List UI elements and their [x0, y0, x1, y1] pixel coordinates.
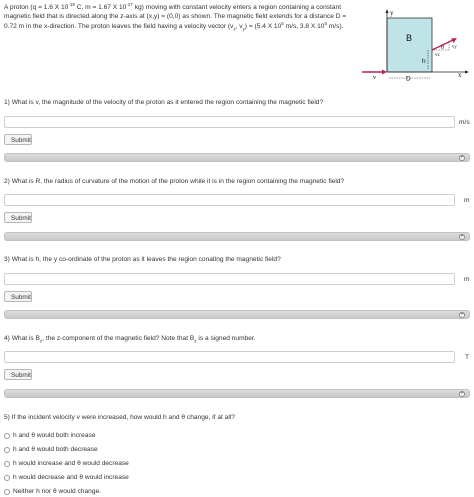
- option-4[interactable]: h would decrease and θ would increase: [4, 474, 129, 481]
- feedback-bar-3[interactable]: +: [4, 310, 470, 319]
- field-label: B: [406, 33, 412, 43]
- answer-input-3[interactable]: [4, 273, 455, 285]
- radio-button[interactable]: [4, 432, 10, 439]
- question-3-text: 3) What is h, the y co-ordinate of the p…: [4, 256, 281, 263]
- option-5[interactable]: Neither h nor θ would change.: [4, 488, 101, 495]
- feedback-bar-1[interactable]: +: [4, 153, 470, 162]
- question-1-text: 1) What is v, the magnitude of the veloc…: [4, 99, 324, 106]
- answer-input-4[interactable]: [4, 351, 455, 363]
- option-2[interactable]: h and θ would both decrease: [4, 446, 98, 453]
- submit-button-4[interactable]: Submit: [4, 369, 32, 380]
- answer-input-1[interactable]: [4, 116, 455, 128]
- radio-button[interactable]: [4, 446, 10, 453]
- problem-statement: A proton (q = 1.6 X 10-19 C, m = 1.67 X …: [4, 1, 347, 32]
- incident-velocity-arrowhead: [382, 69, 387, 75]
- plus-circle-icon[interactable]: +: [459, 155, 465, 161]
- unit-label-4: T: [465, 354, 470, 361]
- submit-button-2[interactable]: Submit: [4, 212, 32, 223]
- y-axis-arrowhead: [385, 9, 389, 13]
- unit-label-2: m: [464, 197, 470, 204]
- vy-label: vy: [452, 45, 457, 50]
- question-4-text: 4) What is Bz, the z-component of the ma…: [4, 335, 256, 344]
- h-label: h: [422, 58, 426, 65]
- magnetic-field-diagram: B y x v D h θ vx vy: [362, 9, 469, 83]
- option-3[interactable]: h would increase and θ would decrease: [4, 460, 129, 467]
- radio-button[interactable]: [4, 488, 10, 495]
- d-label: D: [406, 76, 411, 83]
- option-1[interactable]: h and θ would both increase: [4, 432, 95, 439]
- y-axis-label: y: [390, 9, 394, 17]
- feedback-bar-2[interactable]: +: [4, 232, 470, 241]
- radio-button[interactable]: [4, 460, 10, 467]
- v-label: v: [373, 74, 377, 81]
- theta-label: θ: [441, 45, 444, 51]
- unit-label-1: m/s: [459, 119, 470, 126]
- question-5-text: 5) If the incident velocity v were incre…: [4, 414, 235, 421]
- submit-button-1[interactable]: Submit: [4, 134, 32, 145]
- plus-circle-icon[interactable]: +: [459, 312, 465, 318]
- answer-input-2[interactable]: [4, 194, 455, 206]
- radio-button[interactable]: [4, 474, 10, 481]
- vx-label: vx: [435, 53, 440, 58]
- x-axis-label: x: [458, 71, 462, 79]
- unit-label-3: m: [464, 276, 470, 283]
- feedback-bar-4[interactable]: +: [4, 389, 470, 398]
- submit-button-3[interactable]: Submit: [4, 291, 32, 302]
- question-2-text: 2) What is R, the radius of curvature of…: [4, 178, 345, 185]
- plus-circle-icon[interactable]: +: [459, 391, 465, 397]
- plus-circle-icon[interactable]: +: [459, 234, 465, 240]
- x-axis-arrowhead: [465, 70, 469, 74]
